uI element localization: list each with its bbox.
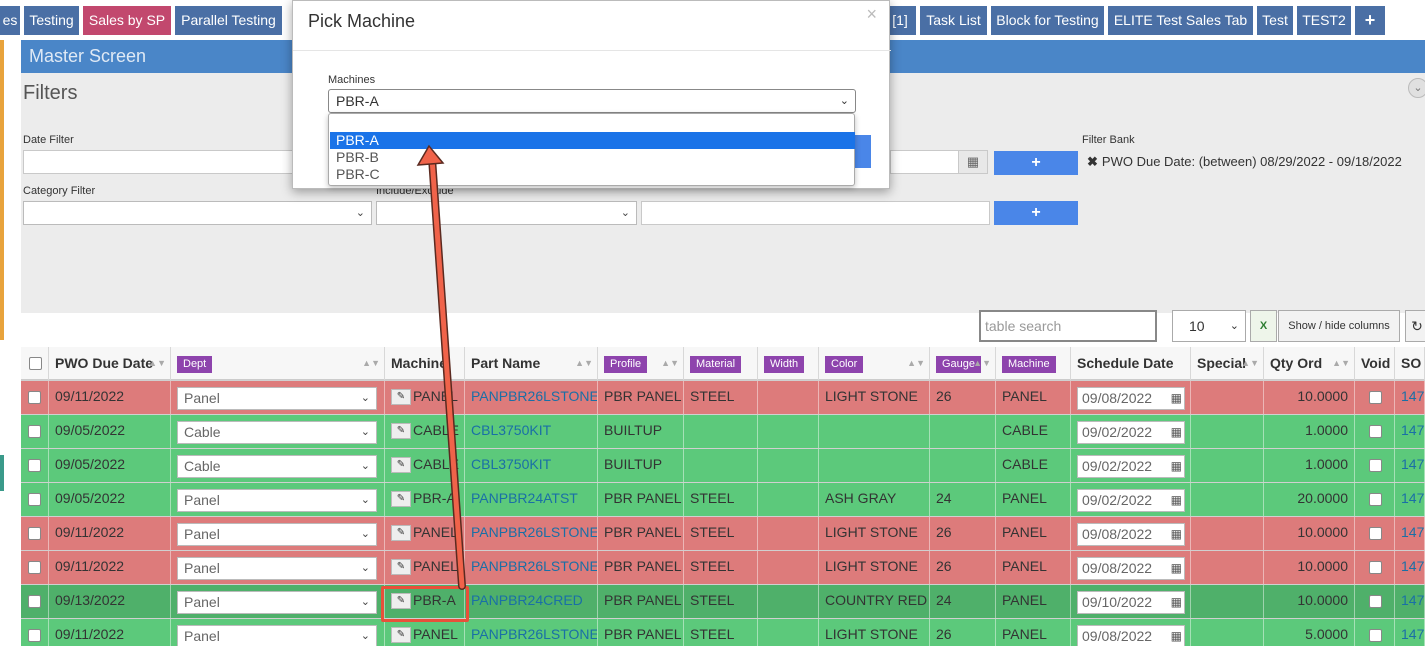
annotation-arrow-icon (416, 144, 466, 590)
